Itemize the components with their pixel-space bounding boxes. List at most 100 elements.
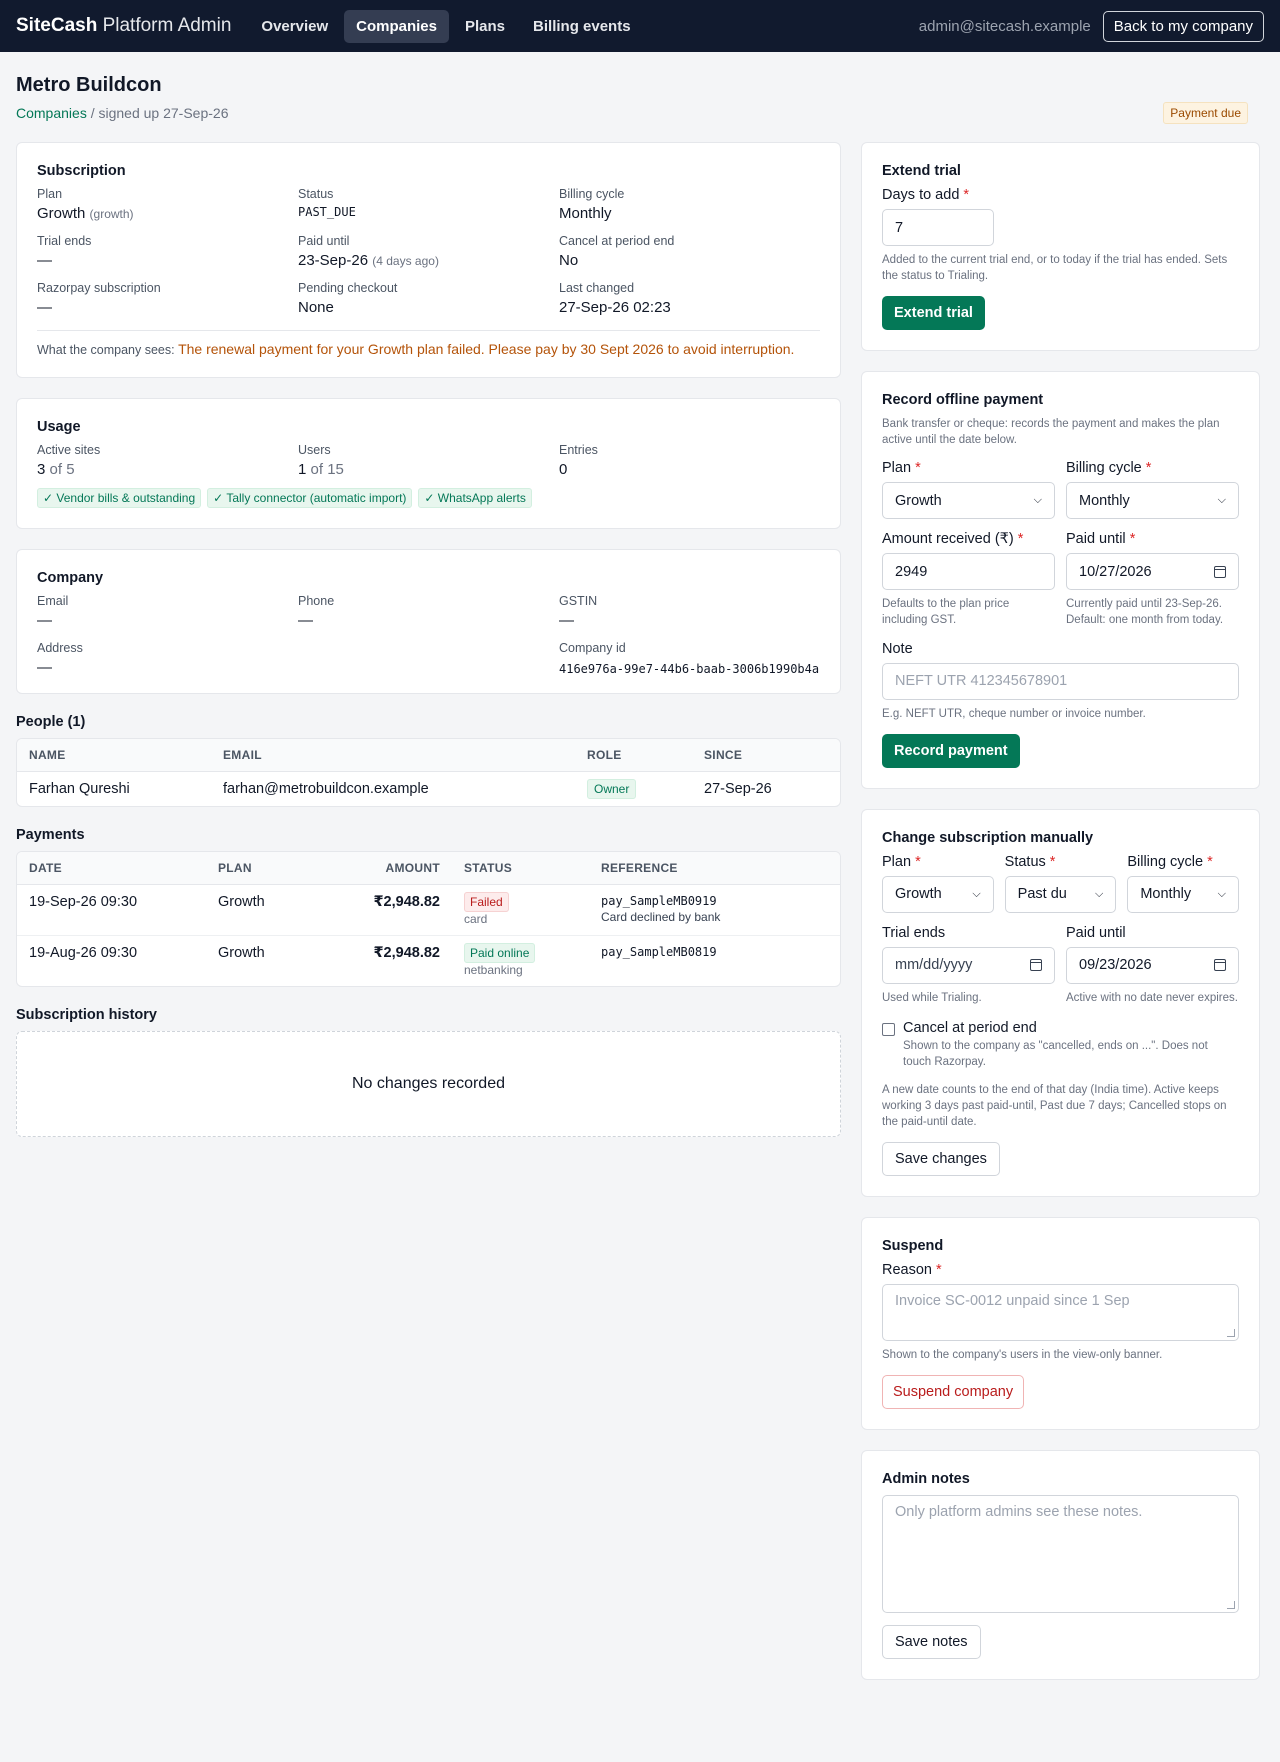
payment-date: 19-Aug-26 09:30 bbox=[29, 945, 138, 962]
address-label: Address bbox=[37, 641, 83, 655]
phone-value: — bbox=[298, 612, 313, 629]
date-rules-hint: A new date counts to the end of that day… bbox=[882, 1083, 1227, 1129]
billing-cycle-select-label: Billing cycle * bbox=[1127, 853, 1213, 870]
active-sites-label: Active sites bbox=[37, 443, 101, 457]
save-notes-button[interactable]: Save notes bbox=[882, 1625, 981, 1660]
trial-ends-input[interactable]: mm/dd/yyyy bbox=[882, 946, 1055, 984]
back-to-company-button[interactable]: Back to my company bbox=[1102, 10, 1264, 42]
amount-input[interactable]: 2949 bbox=[882, 553, 1055, 591]
email-value: — bbox=[37, 612, 52, 629]
address-value: — bbox=[37, 659, 52, 676]
email-label: Email bbox=[37, 594, 69, 608]
payment-reference-note: Card declined by bank bbox=[601, 910, 721, 925]
offline-payment-card: Record offline payment Bank transfer or … bbox=[861, 371, 1260, 789]
gstin-value: — bbox=[559, 612, 574, 629]
admin-notes-textarea[interactable]: Only platform admins see these notes. bbox=[882, 1495, 1239, 1614]
calendar-icon[interactable] bbox=[1214, 959, 1226, 972]
calendar-icon[interactable] bbox=[1030, 959, 1042, 972]
payment-reference: pay_SampleMB0919 bbox=[601, 894, 717, 909]
note-label: Note bbox=[882, 640, 913, 657]
breadcrumb-companies-link[interactable]: Companies bbox=[16, 105, 87, 121]
extend-trial-button[interactable]: Extend trial bbox=[882, 296, 985, 331]
paid-until-input-label: Paid until * bbox=[1066, 531, 1136, 548]
trial-ends-hint: Used while Trialing. bbox=[882, 991, 982, 1004]
nav-billing-events[interactable]: Billing events bbox=[521, 10, 643, 43]
table-row: 19-Aug-26 09:30 Growth ₹2,948.82 Paid on… bbox=[17, 936, 840, 987]
reason-label: Reason * bbox=[882, 1262, 942, 1279]
subscription-card: Subscription Plan Growth (growth) Status… bbox=[16, 142, 841, 378]
plan-select[interactable]: Growth ⌵ bbox=[882, 482, 1055, 520]
cancel-at-period-end-hint: Shown to the company as "cancelled, ends… bbox=[903, 1039, 1208, 1068]
extend-trial-title: Extend trial bbox=[882, 163, 961, 179]
payment-method: netbanking bbox=[464, 963, 523, 978]
status-select[interactable]: Past du ⌵ bbox=[1004, 875, 1117, 913]
users-used: 1 bbox=[298, 461, 307, 478]
nav-overview[interactable]: Overview bbox=[249, 10, 340, 43]
payment-date: 19-Sep-26 09:30 bbox=[17, 884, 206, 937]
subscription-title: Subscription bbox=[37, 163, 126, 179]
pending-checkout-value: None bbox=[298, 299, 334, 316]
feature-chip: ✓ Vendor bills & outstanding bbox=[37, 488, 202, 508]
plan-select-label: Plan * bbox=[882, 460, 921, 477]
chevron-down-icon: ⌵ bbox=[1217, 887, 1226, 900]
history-title: Subscription history bbox=[16, 1007, 157, 1024]
company-card: Company Email — Phone — GSTIN — Address … bbox=[16, 549, 841, 695]
billing-cycle-select[interactable]: Monthly ⌵ bbox=[1066, 482, 1239, 520]
top-bar: SiteCash Platform Admin Overview Compani… bbox=[0, 0, 1280, 52]
days-to-add-label: Days to add * bbox=[882, 187, 970, 203]
chevron-down-icon: ⌵ bbox=[1094, 887, 1104, 900]
calendar-icon[interactable] bbox=[1214, 565, 1226, 578]
payment-plan: Growth bbox=[206, 884, 306, 937]
suspend-card: Suspend Reason * Invoice SC-0012 unpaid … bbox=[861, 1217, 1260, 1431]
feature-list: ✓ Vendor bills & outstanding ✓ Tally con… bbox=[37, 488, 820, 508]
last-changed-value: 27-Sep-26 02:23 bbox=[559, 299, 671, 316]
suspend-company-button[interactable]: Suspend company bbox=[882, 1375, 1025, 1410]
trial-ends-input-label: Trial ends bbox=[882, 924, 946, 941]
billing-cycle-select[interactable]: Monthly ⌵ bbox=[1127, 875, 1239, 913]
note-input[interactable]: NEFT UTR 412345678901 bbox=[882, 662, 1239, 700]
days-to-add-input[interactable]: 7 bbox=[882, 209, 994, 246]
admin-email: admin@sitecash.example bbox=[918, 17, 1091, 35]
status-value: PAST_DUE bbox=[298, 205, 356, 219]
brand-logo[interactable]: SiteCash Platform Admin bbox=[16, 15, 231, 37]
column-email: EMAIL bbox=[211, 739, 575, 773]
paid-until-value: 23-Sep-26 bbox=[298, 252, 369, 269]
chevron-down-icon: ⌵ bbox=[972, 887, 981, 900]
plan-code: (growth) bbox=[89, 207, 134, 221]
payments-title: Payments bbox=[16, 827, 85, 844]
column-reference: REFERENCE bbox=[589, 852, 840, 886]
trial-ends-label: Trial ends bbox=[37, 234, 92, 248]
breadcrumb: Companies / signed up 27-Sep-26 bbox=[16, 105, 228, 121]
column-status: STATUS bbox=[452, 852, 589, 886]
change-subscription-card: Change subscription manually Plan * Grow… bbox=[861, 808, 1260, 1198]
cancel-at-period-end-checkbox[interactable] bbox=[882, 1022, 895, 1036]
people-header-row: NAME EMAIL ROLE SINCE bbox=[17, 739, 840, 773]
active-sites-limit: of 5 bbox=[49, 461, 75, 478]
company-view-label: What the company sees: bbox=[37, 343, 175, 357]
paid-until-label: Paid until bbox=[298, 234, 350, 248]
nav-plans[interactable]: Plans bbox=[453, 10, 517, 43]
column-since: SINCE bbox=[692, 739, 840, 773]
save-changes-button[interactable]: Save changes bbox=[882, 1142, 1000, 1177]
paid-until-input[interactable]: 10/27/2026 bbox=[1066, 553, 1239, 591]
main-nav: Overview Companies Plans Billing events bbox=[249, 9, 643, 43]
brand-name: SiteCash bbox=[16, 15, 98, 36]
usage-title: Usage bbox=[37, 419, 81, 435]
nav-companies[interactable]: Companies bbox=[344, 9, 449, 43]
phone-label: Phone bbox=[298, 594, 335, 608]
divider bbox=[37, 330, 820, 331]
breadcrumb-signup: / signed up 27-Sep-26 bbox=[90, 105, 229, 121]
payment-reference: pay_SampleMB0819 bbox=[601, 945, 717, 960]
plan-select[interactable]: Growth ⌵ bbox=[882, 875, 994, 913]
payment-status-badge: Failed bbox=[464, 892, 509, 913]
plan-select-label: Plan * bbox=[882, 853, 921, 870]
users-label: Users bbox=[298, 443, 331, 457]
reason-textarea[interactable]: Invoice SC-0012 unpaid since 1 Sep bbox=[882, 1284, 1239, 1342]
record-payment-button[interactable]: Record payment bbox=[882, 733, 1020, 768]
company-view-text: The renewal payment for your Growth plan… bbox=[178, 341, 795, 357]
status-select-label: Status * bbox=[1004, 853, 1056, 870]
status-label: Status bbox=[298, 187, 334, 201]
cancel-at-period-end-label: Cancel at period end bbox=[903, 1019, 1037, 1036]
amount-hint: Defaults to the plan price including GST… bbox=[882, 598, 1010, 627]
paid-until-input[interactable]: 09/23/2026 bbox=[1066, 946, 1239, 984]
